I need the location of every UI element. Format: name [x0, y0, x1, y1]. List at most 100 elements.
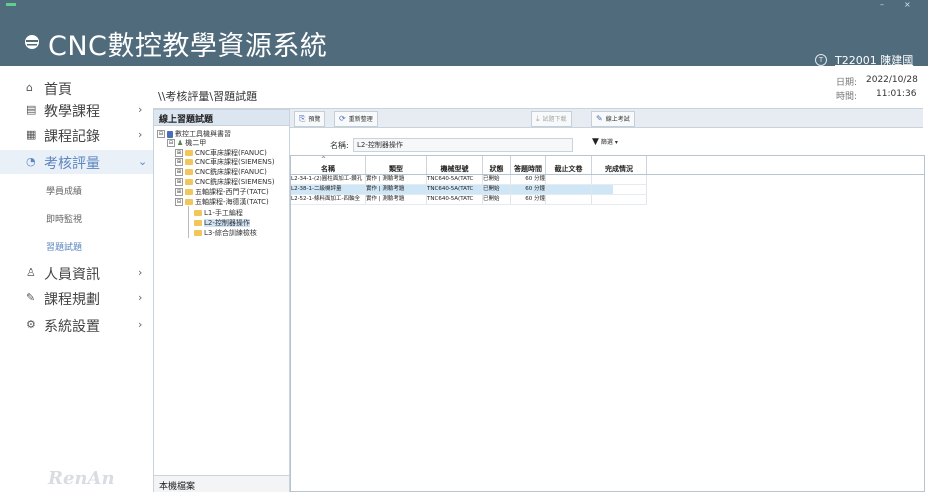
tree-header: 線上習題試題	[154, 110, 289, 126]
tree-node[interactable]: L1-手工編程	[194, 208, 243, 218]
tree-node[interactable]: ⊞ CNC銑床課程(FANUC)	[175, 167, 267, 177]
tree-node[interactable]: ⊞ CNC銑床課程(SIEMENS)	[175, 177, 275, 187]
cell-status: 已開始	[483, 195, 511, 205]
sidebar-item-assessment[interactable]: ◔ 考核評量 ⌄	[0, 150, 163, 174]
exercise-tree-panel: 線上習題試題 ⊟ 數控工具機與書習 ⊟ ♟ 機二甲 ⊞ CNC車床課程(FANUC) ⊞…	[153, 109, 290, 492]
collapse-icon[interactable]: ⊟	[167, 139, 175, 147]
column-header-status[interactable]: 狀態	[483, 156, 511, 174]
refresh-icon: ⟳	[339, 114, 346, 123]
tree-node-label: 數控工具機與書習	[175, 130, 231, 138]
sidebar-item-courses[interactable]: ▤ 教學課程 ›	[0, 98, 163, 122]
local-files-tab[interactable]: 本機檔案	[154, 475, 289, 492]
column-label: 類型	[389, 165, 403, 173]
app-title: CNC數控教學資源系統	[48, 31, 328, 62]
close-button[interactable]: ×	[904, 0, 911, 9]
cell-model: TNC640-5A(TATC	[427, 175, 483, 185]
cell-type: 實作 | 測驗考題	[366, 185, 427, 195]
table-row[interactable]: L2-52-1-條料面加工-四軸全 實作 | 測驗考題 TNC640-5A(TA…	[291, 195, 647, 205]
chevron-right-icon: ›	[138, 318, 143, 331]
expand-icon[interactable]: ⊞	[175, 149, 183, 157]
tree-node-label: CNC車床課程(SIEMENS)	[195, 158, 275, 166]
cell-name: L2-38-1-二級機評量	[291, 185, 366, 195]
tree-node-label: 五軸課程-海德漢(TATC)	[195, 198, 269, 206]
collapse-icon[interactable]: ⊟	[157, 130, 165, 138]
folder-icon	[185, 169, 193, 175]
cell-completion	[592, 195, 647, 205]
preview-button[interactable]: ⎘ 預覽	[294, 111, 326, 127]
collapse-icon[interactable]: ⊟	[175, 198, 183, 206]
tree-node-label: CNC銑床課程(SIEMENS)	[195, 178, 275, 186]
sidebar-item-records[interactable]: ▦ 課程記錄 ›	[0, 123, 163, 147]
user-link[interactable]: T22001 陳建國	[835, 52, 913, 68]
tree-node-selected[interactable]: L2-控制器操作	[194, 218, 250, 228]
column-header-model[interactable]: 機械型號	[427, 156, 483, 174]
sidebar-item-label: 教學課程	[44, 104, 100, 120]
tree-node[interactable]: ⊞ 五軸課程-西門子(TATC)	[175, 187, 269, 197]
folder-icon	[185, 150, 193, 156]
sidebar-sub-scores[interactable]: 學員成績	[46, 184, 82, 197]
local-files-label: 本機檔案	[159, 482, 196, 492]
folder-icon	[185, 159, 193, 165]
tree-node[interactable]: L3-綜合訓練檢核	[194, 228, 257, 238]
cell-duration: 60 分鐘	[511, 195, 546, 205]
cell-type: 實作 | 測驗考題	[366, 175, 427, 185]
chart-icon: ◔	[26, 155, 36, 168]
cell-model: TNC640-5A(TATC	[427, 195, 483, 205]
filter-button[interactable]: ▼ 篩選 ▾	[592, 137, 640, 151]
column-label: 截止文卷	[554, 165, 583, 173]
chevron-right-icon: ›	[138, 266, 143, 279]
column-header-type[interactable]: 類型	[366, 156, 427, 174]
expand-icon[interactable]: ⊞	[175, 178, 183, 186]
date-value: 2022/10/28	[866, 75, 918, 85]
sidebar-sub-monitor[interactable]: 即時監視	[46, 212, 82, 225]
chevron-down-icon: ⌄	[138, 155, 148, 168]
download-icon: ⤓	[536, 114, 540, 123]
sidebar-item-personnel[interactable]: ♙ 人員資訊 ›	[0, 261, 163, 285]
table-row[interactable]: L2-34-1-(2)圓柱面加工-鑽孔 實作 | 測驗考題 TNC640-5A(…	[291, 175, 647, 185]
name-label: 名稱:	[330, 141, 349, 150]
home-icon: ⌂	[26, 81, 33, 94]
online-exam-button[interactable]: ✎ 線上考試	[591, 111, 635, 127]
time-label: 時間:	[836, 92, 858, 102]
expand-icon[interactable]: ⊞	[175, 168, 183, 176]
sidebar-item-home[interactable]: ⌂ 首頁	[0, 76, 163, 100]
sidebar-item-label: 考核評量	[44, 156, 100, 172]
column-header-duration[interactable]: 答題時間	[511, 156, 546, 174]
column-header-deadline[interactable]: 截止文卷	[546, 156, 592, 174]
expand-icon[interactable]: ⊞	[175, 188, 183, 196]
sidebar-sub-exercises[interactable]: 習題試題	[46, 240, 82, 253]
chevron-right-icon: ›	[138, 103, 143, 116]
column-header-name[interactable]: ^ 名稱	[291, 156, 366, 174]
sidebar-item-label: 首頁	[44, 82, 72, 98]
tree-header-label: 線上習題試題	[159, 115, 214, 125]
main-panel: ⎘ 預覽 ⟳ 重新整理 ⤓ 試題下載 ✎ 線上考試 名稱: L2-控制器操作 ▼ 篩選 ▾…	[290, 109, 925, 492]
chevron-right-icon: ›	[138, 291, 143, 304]
download-label: 試題下載	[542, 116, 567, 123]
minimize-button[interactable]: –	[880, 0, 884, 9]
column-label: 答題時間	[514, 165, 542, 173]
cell-completion	[592, 185, 647, 195]
cell-status: 已開始	[483, 175, 511, 185]
table-row-selected[interactable]: L2-38-1-二級機評量 實作 | 測驗考題 TNC640-5A(TATC 已…	[291, 185, 647, 195]
window-logo-icon	[6, 3, 16, 6]
tree-node[interactable]: ⊞ CNC車床課程(SIEMENS)	[175, 157, 275, 167]
sidebar-item-label: 人員資訊	[44, 267, 100, 283]
sidebar-item-settings[interactable]: ⚙ 系統設置 ›	[0, 313, 163, 337]
tree-node[interactable]: ⊟ ♟ 機二甲	[167, 138, 206, 148]
cell-model: TNC640-5A(TATC	[427, 185, 483, 195]
column-header-completion[interactable]: 完成情況	[592, 156, 647, 174]
sidebar-item-planning[interactable]: ✎ 課程規劃 ›	[0, 286, 163, 310]
refresh-label: 重新整理	[348, 116, 373, 123]
sort-arrow-icon: ^	[321, 156, 327, 163]
gear-icon: ⚙	[26, 318, 36, 331]
download-button[interactable]: ⤓ 試題下載	[531, 111, 572, 127]
refresh-button[interactable]: ⟳ 重新整理	[334, 111, 378, 127]
toolbar: ⎘ 預覽 ⟳ 重新整理 ⤓ 試題下載 ✎ 線上考試	[290, 109, 923, 128]
tree-node[interactable]: ⊟ 五軸課程-海德漢(TATC)	[175, 197, 269, 207]
expand-icon[interactable]: ⊞	[175, 158, 183, 166]
brand-logo: RenAn	[48, 468, 115, 489]
cell-type: 實作 | 測驗考題	[366, 195, 427, 205]
helmet-icon	[25, 35, 39, 49]
cell-deadline	[546, 185, 592, 195]
name-field[interactable]: L2-控制器操作	[353, 138, 573, 152]
